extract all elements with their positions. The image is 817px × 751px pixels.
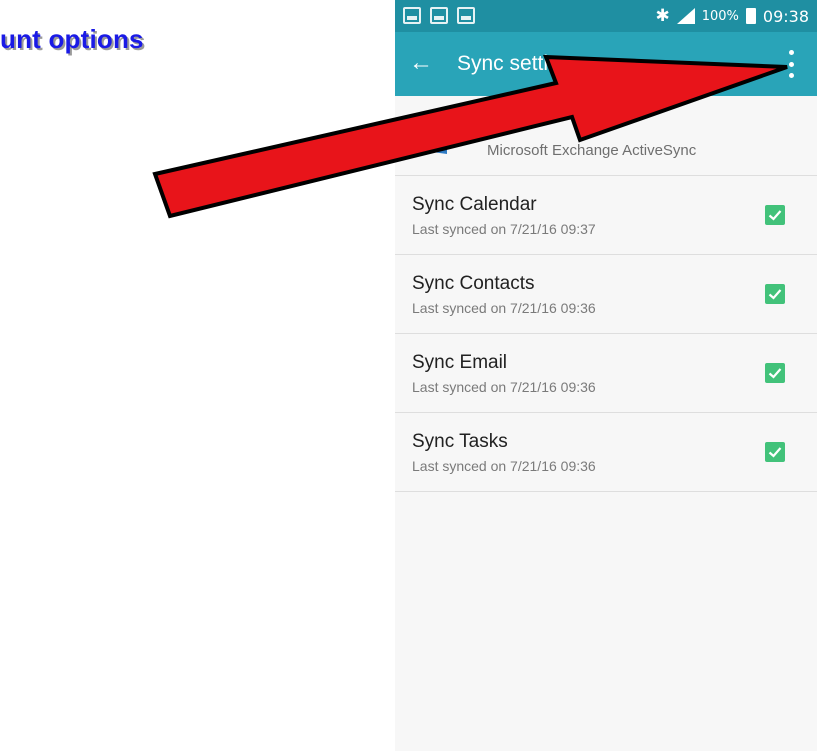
battery-percent: 100% — [701, 8, 739, 24]
annotation-caption: unt options — [0, 24, 144, 54]
phone-screen: ✱ 100% 09:38 ← Sync setti .gov Microsoft… — [395, 0, 817, 751]
account-email: .gov — [487, 113, 525, 135]
system-icons: ✱ 100% 09:38 — [655, 6, 809, 26]
sync-item-title: Sync Tasks — [412, 431, 508, 452]
sync-item-title: Sync Calendar — [412, 194, 537, 215]
sync-item-subtitle: Last synced on 7/21/16 09:36 — [412, 300, 596, 316]
account-type: Microsoft Exchange ActiveSync — [487, 142, 697, 159]
notification-icons — [403, 7, 475, 24]
bluetooth-icon: ✱ — [655, 6, 670, 26]
sync-contacts-checkbox[interactable] — [765, 284, 785, 304]
sync-calendar-row[interactable]: Sync Calendar Last synced on 7/21/16 09:… — [395, 176, 817, 255]
sync-email-checkbox[interactable] — [765, 363, 785, 383]
sync-item-subtitle: Last synced on 7/21/16 09:36 — [412, 379, 596, 395]
missed-call-icon — [430, 7, 448, 24]
status-bar: ✱ 100% 09:38 — [395, 0, 817, 32]
sync-item-subtitle: Last synced on 7/21/16 09:37 — [412, 221, 596, 237]
sync-item-title: Sync Email — [412, 352, 508, 373]
sync-item-subtitle: Last synced on 7/21/16 09:36 — [412, 458, 596, 474]
battery-icon — [745, 8, 756, 24]
sync-tasks-checkbox[interactable] — [765, 442, 785, 462]
sync-item-title: Sync Contacts — [412, 273, 535, 294]
account-header: .gov Microsoft Exchange ActiveSync — [395, 96, 817, 176]
sync-calendar-checkbox[interactable] — [765, 205, 785, 225]
gallery-notification-icon — [403, 7, 421, 24]
app-bar: ← Sync setti — [395, 32, 817, 96]
sync-contacts-row[interactable]: Sync Contacts Last synced on 7/21/16 09:… — [395, 255, 817, 334]
sync-tasks-row[interactable]: Sync Tasks Last synced on 7/21/16 09:36 — [395, 413, 817, 492]
more-options-icon[interactable] — [787, 50, 795, 78]
back-arrow-icon[interactable]: ← — [409, 48, 433, 78]
status-clock: 09:38 — [762, 6, 809, 26]
page-title: Sync setti — [457, 52, 549, 75]
exchange-logo-icon — [417, 124, 461, 154]
missed-call-icon — [457, 7, 475, 24]
sync-email-row[interactable]: Sync Email Last synced on 7/21/16 09:36 — [395, 334, 817, 413]
signal-strength-icon — [676, 8, 695, 24]
